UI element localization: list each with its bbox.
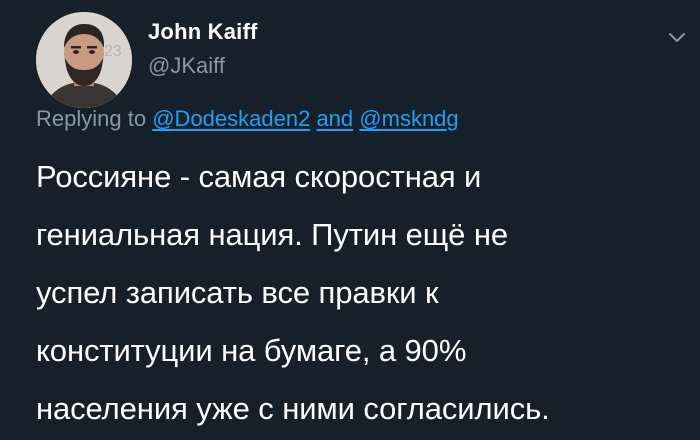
avatar-image: 23 <box>36 12 132 108</box>
author-display-name[interactable]: John Kaiff <box>148 18 258 46</box>
replying-to-line: Replying to @Dodeskaden2 and @mskndg <box>36 104 459 134</box>
mention-link-dodeskaden2[interactable]: @Dodeskaden2 <box>152 106 310 131</box>
author-handle[interactable]: @JKaiff <box>148 52 258 80</box>
tweet-text-line: гениальная нация. Путин ещё не <box>36 217 508 252</box>
author-block: John Kaiff @JKaiff <box>148 18 258 80</box>
tweet-text-line: Россияне - самая скоростная и <box>36 159 482 194</box>
tweet-text: Россияне - самая скоростная и гениальная… <box>36 148 696 438</box>
replying-to-label: Replying to <box>36 106 147 131</box>
mention-conjunction[interactable]: and <box>316 106 353 131</box>
svg-text:23: 23 <box>104 43 122 60</box>
tweet-text-line: населения уже с ними согласились. <box>36 391 550 426</box>
mention-link-mskndg[interactable]: @mskndg <box>359 106 458 131</box>
tweet-text-line: конституции на бумаге, а 90% <box>36 333 467 368</box>
chevron-down-icon[interactable] <box>666 26 688 48</box>
tweet: 23 John Kaiff @JKaiff Replying to @Dodes… <box>0 0 700 440</box>
tweet-text-line: успел записать все правки к <box>36 275 439 310</box>
avatar[interactable]: 23 <box>36 12 132 108</box>
